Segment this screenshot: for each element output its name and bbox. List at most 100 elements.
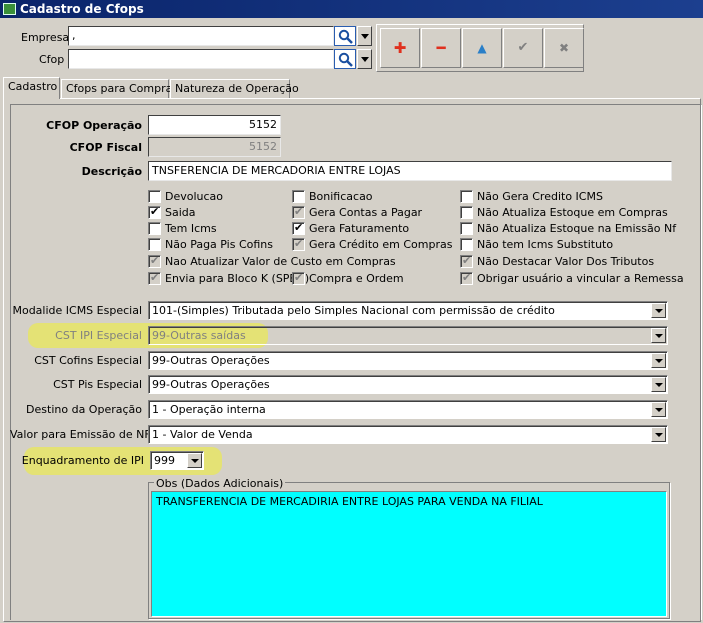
minus-icon: ━ xyxy=(436,39,446,57)
chevron-down-icon xyxy=(655,433,663,437)
checkbox-label: Obrigar usuário a vincular a Remessa xyxy=(477,272,684,285)
checkbox[interactable] xyxy=(460,190,473,203)
checkbox: ✔ xyxy=(292,205,305,219)
select-label: Valor para Emissão de NF xyxy=(10,428,151,441)
chevron-down-icon xyxy=(361,57,369,62)
checkbox-label: Envia para Bloco K (SPED) xyxy=(165,272,310,285)
tab-cfops-para-compras[interactable]: Cfops para Compras xyxy=(61,79,178,99)
empresa-dropdown-button[interactable] xyxy=(357,26,372,46)
move-up-button[interactable]: ▲ xyxy=(462,28,502,68)
check-icon: ✔ xyxy=(294,271,304,284)
checkbox-label: Não Atualiza Estoque em Compras xyxy=(477,206,668,219)
checkbox[interactable] xyxy=(148,190,161,203)
chevron-down-icon xyxy=(655,383,663,387)
checkbox-label: Não tem Icms Substituto xyxy=(477,238,614,251)
select-label: Destino da Operação xyxy=(26,403,142,416)
checkbox[interactable] xyxy=(148,222,161,235)
tab-cadastro[interactable]: Cadastro xyxy=(3,77,60,99)
obs-textarea[interactable]: TRANSFERENCIA DE MERCADIRIA ENTRE LOJAS … xyxy=(151,491,667,617)
cfop-dropdown-button[interactable] xyxy=(357,49,372,69)
select-value: 101-(Simples) Tributada pelo Simples Nac… xyxy=(152,304,555,317)
checkbox-label: Não Gera Credito ICMS xyxy=(477,190,603,203)
tab-label: Natureza de Operação xyxy=(175,82,299,95)
select-field[interactable]: 1 - Operação interna xyxy=(148,400,668,419)
enquadramento-value: 999 xyxy=(154,454,175,467)
checkbox-label: Devolucao xyxy=(165,190,224,203)
check-icon: ✔ xyxy=(294,205,304,218)
checkbox[interactable] xyxy=(460,222,473,235)
empresa-label: Empresa xyxy=(21,31,70,44)
empresa-input[interactable]: , xyxy=(68,26,334,46)
empresa-search-button[interactable] xyxy=(334,26,356,46)
cfop-operacao-input[interactable]: 5152 xyxy=(148,115,281,135)
checkbox-label: Bonificacao xyxy=(309,190,373,203)
checkbox-label: Gera Faturamento xyxy=(309,222,410,235)
cfop-input[interactable] xyxy=(68,49,334,69)
obs-text: TRANSFERENCIA DE MERCADIRIA ENTRE LOJAS … xyxy=(156,495,543,508)
descricao-label: Descrição xyxy=(81,165,142,178)
checkbox[interactable]: ✔ xyxy=(292,221,305,235)
tab-label: Cfops para Compras xyxy=(66,82,179,95)
remove-button[interactable]: ━ xyxy=(421,28,461,68)
check-icon: ✔ xyxy=(517,40,529,55)
select-value: 99-Outras saídas xyxy=(152,329,246,342)
select-field[interactable]: 99-Outras Operações xyxy=(148,351,668,370)
window-titlebar: Cadastro de Cfops xyxy=(0,0,703,18)
add-button[interactable]: ✚ xyxy=(380,28,420,68)
tab-label: Cadastro xyxy=(8,80,58,93)
search-icon xyxy=(338,29,353,44)
select-value: 1 - Operação interna xyxy=(152,403,266,416)
enquadramento-select[interactable]: 999 xyxy=(150,451,204,470)
confirm-button[interactable]: ✔ xyxy=(503,28,543,68)
checkbox[interactable]: ✔ xyxy=(148,205,161,219)
header-panel: Empresa , Cfop xyxy=(4,22,374,72)
select-label: CST Cofins Especial xyxy=(34,354,142,367)
dropdown-button[interactable] xyxy=(651,353,666,368)
chevron-down-icon xyxy=(655,359,663,363)
checkbox[interactable] xyxy=(460,206,473,219)
descricao-input[interactable]: TNSFERENCIA DE MERCADORIA ENTRE LOJAS xyxy=(148,161,672,181)
select-field[interactable]: 99-Outras saídas xyxy=(148,326,668,345)
cfop-fiscal-label: CFOP Fiscal xyxy=(69,141,142,154)
dropdown-button[interactable] xyxy=(651,328,666,343)
cancel-button[interactable]: ✖ xyxy=(544,28,584,68)
chevron-down-icon xyxy=(655,309,663,313)
select-field[interactable]: 101-(Simples) Tributada pelo Simples Nac… xyxy=(148,301,668,320)
select-value: 99-Outras Operações xyxy=(152,378,270,391)
checkbox: ✔ xyxy=(460,271,473,285)
checkbox-label: Não Atualiza Estoque na Emissão Nf xyxy=(477,222,677,235)
search-icon xyxy=(338,52,353,67)
checkbox-label: Gera Contas a Pagar xyxy=(309,206,423,219)
checkbox: ✔ xyxy=(460,254,473,268)
checkbox-label: Saida xyxy=(165,206,196,219)
arrow-up-icon: ▲ xyxy=(477,41,487,55)
checkbox[interactable] xyxy=(460,238,473,251)
cfop-fiscal-input: 5152 xyxy=(148,137,281,157)
select-label: Modalide ICMS Especial xyxy=(12,304,142,317)
checkbox-label: Não Paga Pis Cofins xyxy=(165,238,274,251)
chevron-down-icon xyxy=(191,459,199,463)
obs-legend: Obs (Dados Adicionais) xyxy=(154,477,286,491)
dropdown-button[interactable] xyxy=(651,402,666,417)
dropdown-button[interactable] xyxy=(651,303,666,318)
check-icon: ✔ xyxy=(462,254,472,267)
check-icon: ✔ xyxy=(150,205,160,218)
dropdown-button[interactable] xyxy=(651,377,666,392)
checkbox[interactable] xyxy=(292,190,305,203)
dropdown-button[interactable] xyxy=(651,427,666,442)
checkbox: ✔ xyxy=(148,254,161,268)
checkbox: ✔ xyxy=(292,237,305,251)
chevron-down-icon xyxy=(655,334,663,338)
checkbox[interactable] xyxy=(148,238,161,251)
checkbox-label: Compra e Ordem xyxy=(309,272,404,285)
select-value: 99-Outras Operações xyxy=(152,354,270,367)
cfop-search-button[interactable] xyxy=(334,49,356,69)
dropdown-button[interactable] xyxy=(187,453,202,468)
enquadramento-label: Enquadramento de IPI xyxy=(21,454,144,467)
select-field[interactable]: 99-Outras Operações xyxy=(148,375,668,394)
select-field[interactable]: 1 - Valor de Venda xyxy=(148,425,668,444)
cfop-operacao-label: CFOP Operação xyxy=(46,119,142,132)
checkbox-label: Gera Crédito em Compras xyxy=(309,238,453,251)
tab-natureza-de-operacao[interactable]: Natureza de Operação xyxy=(170,79,299,99)
check-icon: ✔ xyxy=(150,254,160,267)
